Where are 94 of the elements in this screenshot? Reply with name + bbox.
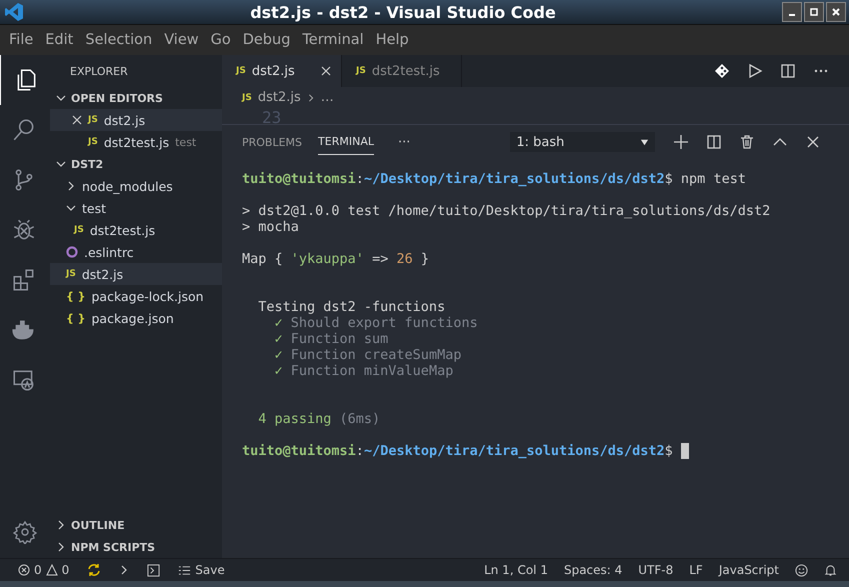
menu-item[interactable]: Terminal bbox=[296, 32, 370, 48]
file-name: package.json bbox=[92, 310, 174, 326]
tree-item[interactable]: node_modules bbox=[50, 175, 222, 197]
section-header[interactable]: NPM SCRIPTS bbox=[50, 536, 222, 558]
terminal-line: ✓ Should export functions bbox=[274, 315, 478, 331]
panel-tab[interactable]: TERMINAL bbox=[318, 129, 374, 155]
file-name: dst2test.js bbox=[90, 222, 156, 238]
menu-item[interactable]: Selection bbox=[79, 32, 158, 48]
terminal-line: ✓ Function sum bbox=[274, 331, 388, 347]
breadcrumb-item[interactable]: … bbox=[320, 90, 334, 105]
terminal-line: tuito@tuitomsi:~/Desktop/tira/tira_solutions/ds/dst2$ npm test bbox=[242, 171, 746, 187]
tree-item[interactable]: { } package.json bbox=[50, 307, 222, 329]
error-icon bbox=[18, 564, 30, 576]
terminal-icon[interactable] bbox=[147, 564, 160, 576]
list-icon bbox=[178, 564, 192, 576]
section-header[interactable]: OPEN EDITORS bbox=[50, 87, 222, 109]
menu-item[interactable]: View bbox=[158, 32, 205, 48]
section-header[interactable]: DST2 bbox=[50, 153, 222, 175]
close-icon[interactable] bbox=[805, 134, 822, 150]
line-ending[interactable]: LF bbox=[689, 563, 703, 577]
file-type-label: JS bbox=[88, 137, 98, 147]
file-name: .eslintrc bbox=[84, 244, 134, 260]
section-header[interactable]: OUTLINE bbox=[50, 514, 222, 536]
breadcrumb-item[interactable]: dst2.js bbox=[258, 90, 301, 105]
terminal-line: > mocha bbox=[242, 219, 299, 235]
bell-icon[interactable] bbox=[824, 564, 837, 576]
warning-count[interactable]: 0 bbox=[62, 563, 70, 577]
editor-tab[interactable]: JS dst2test.js bbox=[342, 55, 462, 87]
menu-item[interactable]: Edit bbox=[39, 32, 80, 48]
chevron-icon[interactable] bbox=[119, 565, 130, 575]
terminal-line: Map { 'ykauppa' => 26 } bbox=[242, 251, 429, 267]
menu-item[interactable]: Debug bbox=[236, 32, 296, 48]
folder-hint: test bbox=[175, 136, 196, 148]
split-editor-icon[interactable] bbox=[780, 63, 796, 79]
save-button[interactable]: Save bbox=[195, 563, 225, 577]
tree-item[interactable]: test bbox=[50, 197, 222, 219]
menu-item[interactable]: File bbox=[3, 32, 40, 48]
vscode-logo-icon bbox=[4, 2, 24, 22]
git-diamond-icon[interactable] bbox=[714, 63, 730, 79]
split-terminal-icon[interactable] bbox=[706, 134, 722, 150]
file-name: test bbox=[82, 200, 106, 216]
file-type-label: JS bbox=[242, 92, 252, 102]
terminal-line: 4 passing (6ms) bbox=[257, 411, 380, 427]
tree-item[interactable]: { } package-lock.json bbox=[50, 285, 222, 307]
tree-item[interactable]: .eslintrc bbox=[50, 241, 222, 263]
close-icon bbox=[831, 7, 841, 17]
terminal-line: ✓ Function minValueMap bbox=[274, 363, 454, 379]
file-name: dst2test.js bbox=[104, 134, 170, 150]
file-type-label: JS bbox=[88, 115, 98, 125]
editor-tab[interactable]: JS dst2.js bbox=[222, 55, 342, 87]
terminal-line: Testing dst2 -functions bbox=[257, 299, 446, 315]
more-button[interactable]: ··· bbox=[398, 134, 410, 150]
file-type-label: JS bbox=[74, 225, 84, 235]
terminal-dropdown[interactable]: 1: bash bbox=[510, 132, 656, 152]
warning-icon bbox=[46, 564, 58, 576]
plus-icon[interactable] bbox=[673, 134, 690, 150]
chevron-icon bbox=[306, 92, 315, 102]
file-name: node_modules bbox=[82, 178, 173, 194]
terminal-line: > dst2@1.0.0 test /home/tuito/Desktop/tira/tira_solutions/ds/dst2 bbox=[242, 203, 770, 219]
minimize-button[interactable] bbox=[782, 2, 802, 22]
menu-item[interactable]: Go bbox=[204, 32, 237, 48]
file-type-label: JS bbox=[66, 269, 76, 279]
menu-item[interactable]: Help bbox=[370, 32, 415, 48]
settings-icon[interactable] bbox=[13, 520, 37, 544]
file-name: dst2.js bbox=[104, 112, 146, 128]
minimize-icon bbox=[789, 14, 795, 16]
error-count[interactable]: 0 bbox=[34, 563, 42, 577]
open-editor-item[interactable]: JS dst2.js bbox=[50, 109, 222, 131]
caret-icon bbox=[640, 138, 650, 146]
close-icon[interactable] bbox=[72, 115, 82, 125]
smiley-icon[interactable] bbox=[795, 564, 808, 576]
terminal-line: ✓ Function createSumMap bbox=[274, 347, 462, 363]
maximize-icon bbox=[809, 7, 819, 17]
tree-item[interactable]: JS dst2test.js bbox=[50, 219, 222, 241]
encoding[interactable]: UTF-8 bbox=[638, 563, 674, 577]
file-name: dst2.js bbox=[82, 266, 124, 282]
file-type-label: { } bbox=[66, 312, 86, 324]
panel-tab[interactable]: PROBLEMS bbox=[242, 130, 302, 154]
file-name: package-lock.json bbox=[92, 288, 204, 304]
open-editor-item[interactable]: JS dst2test.js test bbox=[50, 131, 222, 153]
sidebar-title: EXPLORER bbox=[70, 64, 128, 78]
file-type-label: { } bbox=[66, 290, 86, 302]
window-title: dst2.js - dst2 - Visual Studio Code bbox=[249, 2, 557, 22]
maximize-button[interactable] bbox=[804, 2, 824, 22]
run-icon[interactable] bbox=[747, 63, 763, 79]
tree-item[interactable]: JS dst2.js bbox=[50, 263, 222, 285]
language-mode[interactable]: JavaScript bbox=[718, 563, 779, 577]
sync-icon[interactable] bbox=[87, 563, 102, 577]
circle-file-icon bbox=[66, 246, 78, 258]
indentation[interactable]: Spaces: 4 bbox=[564, 563, 622, 577]
close-button[interactable] bbox=[826, 2, 846, 22]
trash-icon[interactable] bbox=[739, 134, 756, 150]
cursor-position[interactable]: Ln 1, Col 1 bbox=[484, 563, 548, 577]
terminal-line: tuito@tuitomsi:~/Desktop/tira/tira_solutions/ds/dst2$ bbox=[242, 443, 674, 459]
